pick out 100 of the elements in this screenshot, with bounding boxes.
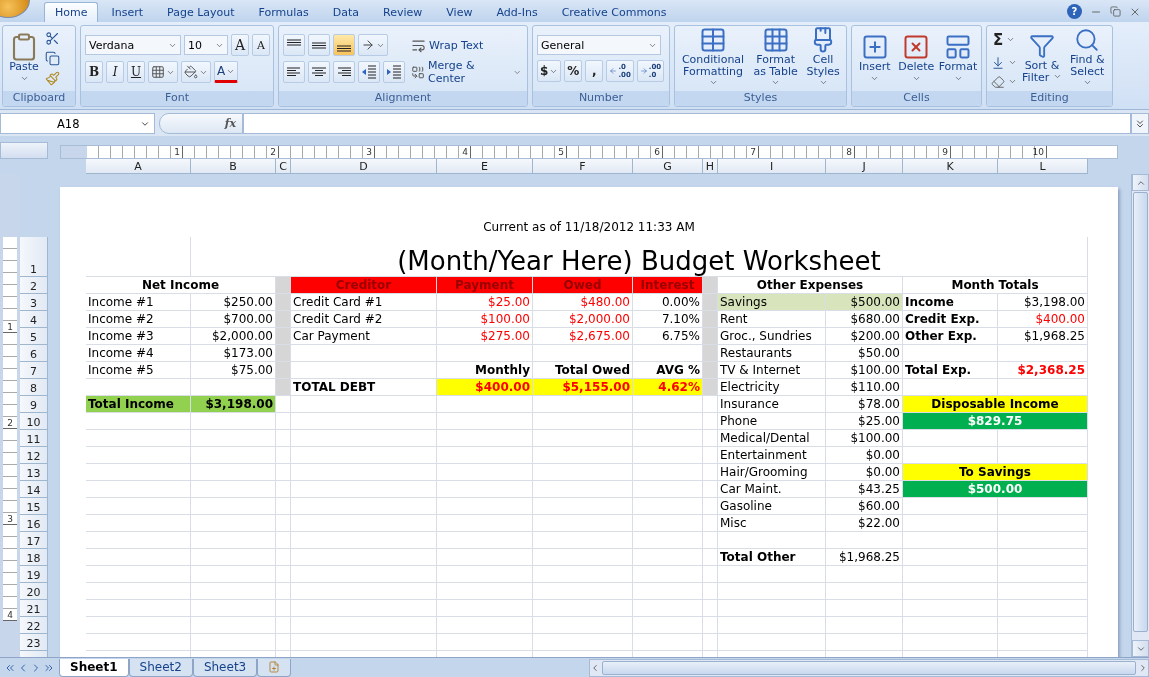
row-header[interactable]: 8 — [20, 379, 48, 396]
borders-button[interactable] — [148, 61, 178, 83]
wrap-text-button[interactable]: Wrap Text — [409, 34, 523, 56]
panel-icon[interactable] — [944, 33, 972, 61]
number-format-button[interactable]: $ — [537, 60, 562, 82]
table-icon[interactable] — [699, 26, 727, 54]
ribbon-tab[interactable]: Home — [44, 2, 99, 22]
borders-icon[interactable] — [151, 65, 165, 79]
caret-icon[interactable] — [708, 78, 718, 87]
wrap-text-icon[interactable] — [411, 37, 426, 53]
row-header[interactable]: 12 — [20, 447, 48, 464]
autosum-button[interactable]: Σ — [991, 28, 1018, 51]
copy-icon[interactable] — [45, 51, 60, 66]
column-header[interactable]: F — [533, 159, 633, 174]
cut-icon[interactable] — [45, 31, 60, 46]
sheet-tab[interactable]: Sheet3 — [192, 658, 258, 677]
expand-button[interactable] — [1131, 113, 1149, 134]
row-header[interactable]: 22 — [20, 617, 48, 634]
column-header[interactable]: L — [998, 159, 1088, 174]
row-header[interactable]: 1 — [20, 237, 48, 277]
caret-icon[interactable] — [1008, 77, 1017, 86]
caret-icon[interactable] — [911, 74, 921, 83]
bold-button[interactable]: B — [85, 61, 103, 83]
underline-button[interactable]: U — [127, 61, 145, 83]
caret-icon[interactable] — [1052, 72, 1062, 81]
ribbon-tab[interactable]: Add-Ins — [485, 2, 549, 22]
column-header[interactable]: H — [703, 159, 718, 174]
column-header[interactable]: D — [291, 159, 437, 174]
row-header[interactable]: 19 — [20, 566, 48, 583]
shrink-font-button[interactable]: A — [252, 34, 270, 56]
name-box[interactable]: A18 — [0, 113, 155, 134]
eraser-icon[interactable] — [991, 74, 1005, 89]
cells-button[interactable]: Delete — [897, 34, 935, 83]
ribbon-tab[interactable]: Creative Commons — [550, 2, 678, 22]
caret-icon[interactable] — [1006, 35, 1016, 44]
formula-field[interactable] — [243, 113, 1131, 134]
row-header[interactable]: 3 — [20, 294, 48, 311]
arrow-icon[interactable] — [639, 67, 648, 75]
number-format-button[interactable]: % — [564, 60, 583, 82]
row-header[interactable]: 2 — [20, 277, 48, 294]
ribbon-tab[interactable]: Page Layout — [156, 2, 246, 22]
ribbon-tab[interactable]: Review — [372, 2, 434, 22]
column-header[interactable]: I — [718, 159, 826, 174]
row-header[interactable]: 5 — [20, 328, 48, 345]
horizontal-scrollbar[interactable] — [589, 658, 1149, 677]
sheet-tab[interactable]: Sheet1 — [59, 658, 129, 677]
row-header[interactable]: 13 — [20, 464, 48, 481]
number-format-button[interactable]: , — [585, 60, 604, 82]
function-box[interactable]: fx — [159, 113, 243, 134]
fill-color-button[interactable] — [181, 61, 211, 83]
number-format-field[interactable]: General — [537, 35, 661, 55]
row-header[interactable]: 21 — [20, 600, 48, 617]
sort-filter-button[interactable]: Sort & Filter — [1021, 33, 1063, 84]
scroll-thumb[interactable] — [1133, 192, 1148, 632]
column-header[interactable]: K — [903, 159, 998, 174]
row-header[interactable]: 7 — [20, 362, 48, 379]
caret-icon[interactable] — [1008, 58, 1017, 67]
format-as-table-button[interactable]: Format as Table — [751, 27, 801, 90]
conditional-formatting-button[interactable]: Conditional Formatting — [679, 27, 748, 90]
column-header[interactable]: C — [276, 159, 291, 174]
column-header[interactable]: A — [86, 159, 191, 174]
ribbon-tab[interactable]: View — [435, 2, 484, 22]
font-name-field[interactable]: Verdana — [85, 35, 181, 55]
italic-button[interactable]: I — [106, 61, 124, 83]
select-all-button[interactable] — [0, 142, 48, 159]
column-header[interactable]: E — [437, 159, 533, 174]
caret-icon[interactable] — [19, 74, 29, 83]
font-color-button[interactable]: A — [214, 61, 239, 83]
row-header[interactable]: 4 — [20, 311, 48, 328]
row-header[interactable]: 9 — [20, 396, 48, 413]
cells-button[interactable]: Format — [939, 34, 977, 83]
row-header[interactable]: 16 — [20, 515, 48, 532]
restore-icon[interactable] — [1110, 6, 1121, 17]
caret-icon[interactable] — [771, 78, 781, 87]
paste-button[interactable]: Paste — [7, 34, 41, 83]
row-header[interactable]: 10 — [20, 413, 48, 430]
font-size-field[interactable]: 10 — [184, 35, 228, 55]
row-header[interactable]: 23 — [20, 634, 48, 651]
caret-icon[interactable] — [953, 74, 963, 83]
insert-sheet-tab[interactable] — [257, 658, 292, 677]
filter-icon[interactable] — [1028, 33, 1055, 59]
ribbon-tab[interactable]: Data — [321, 2, 371, 22]
row-header[interactable]: 17 — [20, 532, 48, 549]
caret-icon[interactable] — [1082, 78, 1092, 87]
vertical-scrollbar[interactable] — [1131, 174, 1149, 657]
format-painter-icon[interactable] — [45, 71, 60, 86]
help-icon[interactable]: ? — [1067, 4, 1082, 19]
column-header[interactable]: G — [633, 159, 703, 174]
row-header[interactable]: 20 — [20, 583, 48, 600]
cell-styles-button[interactable]: Cell Styles — [804, 27, 842, 90]
arrow-icon[interactable] — [609, 67, 618, 75]
grow-font-button[interactable]: A — [231, 34, 249, 56]
fill-down-icon[interactable] — [991, 55, 1005, 70]
caret-icon[interactable] — [870, 74, 880, 83]
function-button[interactable]: fx — [224, 117, 236, 130]
sheet-tab[interactable]: Sheet2 — [128, 658, 193, 677]
ribbon-tab[interactable]: Formulas — [247, 2, 320, 22]
cells-button[interactable]: Insert — [856, 34, 894, 83]
column-header[interactable]: J — [826, 159, 903, 174]
paint-bucket-icon[interactable] — [184, 65, 198, 79]
